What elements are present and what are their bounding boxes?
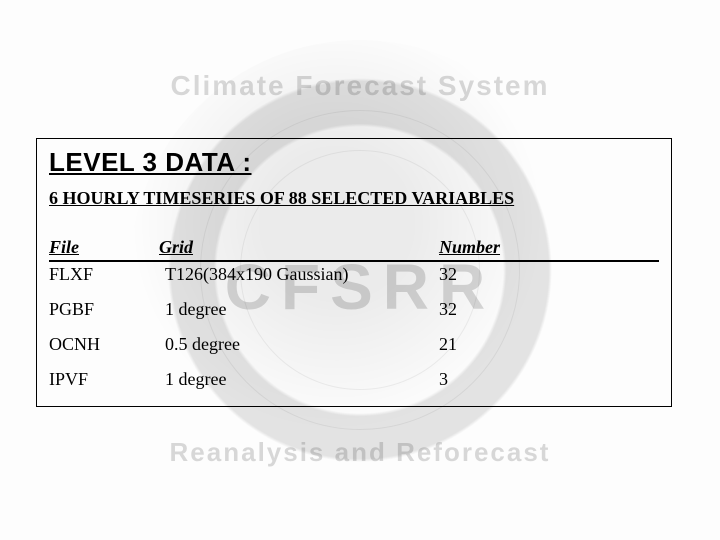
cell-file: FLXF	[49, 261, 159, 285]
cell-grid: 1 degree	[159, 355, 439, 390]
cell-number: 32	[439, 261, 659, 285]
col-header-file: File	[49, 237, 159, 261]
table-row: IPVF 1 degree 3	[49, 355, 659, 390]
col-header-number: Number	[439, 237, 659, 261]
table-row: OCNH 0.5 degree 21	[49, 320, 659, 355]
cell-file: IPVF	[49, 355, 159, 390]
table-row: PGBF 1 degree 32	[49, 285, 659, 320]
cell-number: 3	[439, 355, 659, 390]
card-title: LEVEL 3 DATA :	[49, 147, 659, 178]
cell-number: 21	[439, 320, 659, 355]
cell-file: PGBF	[49, 285, 159, 320]
variables-table: File Grid Number FLXF T126(384x190 Gauss…	[49, 237, 659, 390]
watermark-arc-bottom: Reanalysis and Reforecast	[0, 437, 720, 468]
table-header-row: File Grid Number	[49, 237, 659, 261]
cell-number: 32	[439, 285, 659, 320]
table-row: FLXF T126(384x190 Gaussian) 32	[49, 261, 659, 285]
content-card: LEVEL 3 DATA : 6 HOURLY TIMESERIES OF 88…	[36, 138, 672, 407]
card-subtitle: 6 HOURLY TIMESERIES OF 88 SELECTED VARIA…	[49, 188, 659, 209]
cell-grid: 0.5 degree	[159, 320, 439, 355]
col-header-grid: Grid	[159, 237, 439, 261]
watermark-arc-top: Climate Forecast System	[0, 70, 720, 102]
cell-grid: 1 degree	[159, 285, 439, 320]
cell-file: OCNH	[49, 320, 159, 355]
cell-grid: T126(384x190 Gaussian)	[159, 261, 439, 285]
